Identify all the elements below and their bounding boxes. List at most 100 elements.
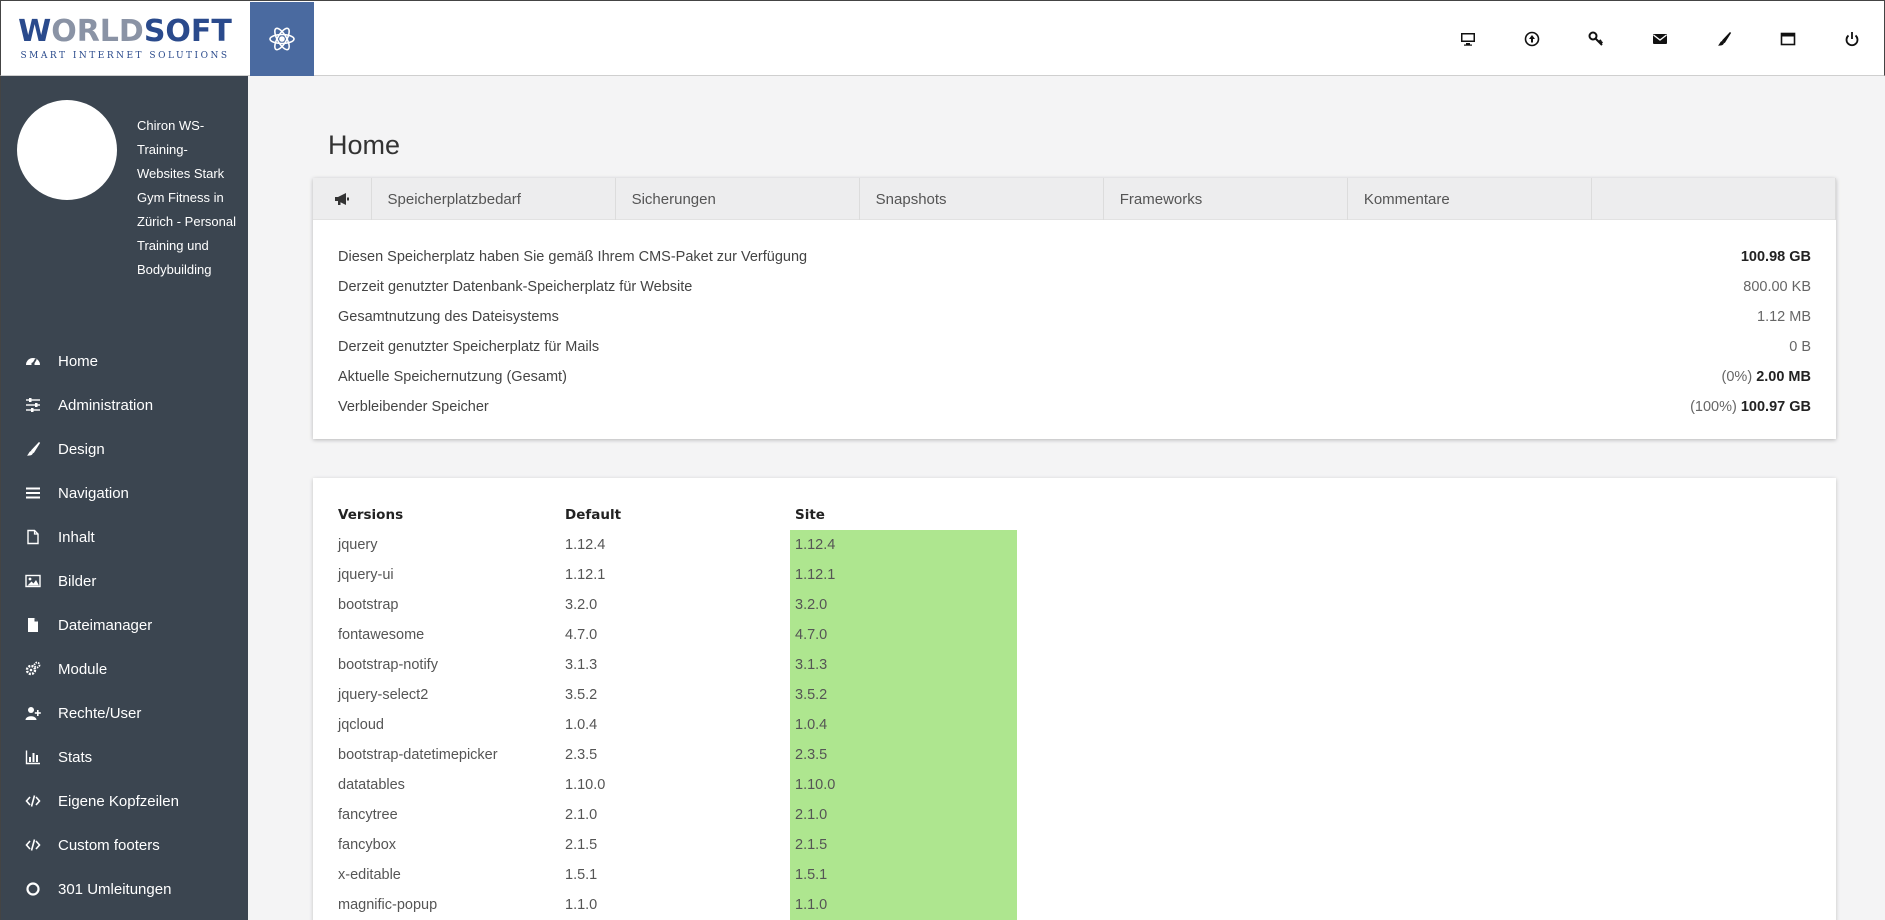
default-version: 1.12.4 (565, 537, 606, 553)
storage-row: Derzeit genutzter Speicherplatz für Mail… (338, 332, 1811, 362)
site-version: 1.10.0 (790, 770, 1017, 800)
sidebar-item-label: Design (58, 440, 105, 458)
table-row: bootstrap 3.2.0 3.2.0 (338, 590, 1017, 620)
window-button[interactable] (1756, 1, 1820, 76)
sidebar-item-label: Custom footers (58, 836, 160, 854)
sidebar-item-label: Eigene Kopfzeilen (58, 792, 179, 810)
versions-table: Versions Default Site jquery 1.12.4 1.12.4… (338, 500, 1017, 920)
sidebar-item-dateimanager[interactable]: Dateimanager (1, 603, 249, 647)
default-version: 3.2.0 (565, 597, 598, 613)
sidebar-item-administration[interactable]: Administration (1, 383, 249, 427)
window-icon (1780, 32, 1796, 45)
sidebar-item-label: Bilder (58, 572, 97, 590)
worldsoft-logo[interactable]: WORLDSOFT SMART INTERNET SOLUTIONS (1, 1, 249, 76)
cogs-icon (23, 661, 43, 677)
brush-button[interactable] (1692, 1, 1756, 76)
sidebar-item-custom-footers[interactable]: Custom footers (1, 823, 249, 867)
storage-label: Aktuelle Speichernutzung (Gesamt) (338, 369, 567, 385)
storage-row: Derzeit genutzter Datenbank-Speicherplat… (338, 272, 1811, 302)
tab-snapshots[interactable]: Snapshots (860, 178, 1104, 220)
atom-button[interactable] (250, 2, 314, 76)
tab-frameworks[interactable]: Frameworks (1104, 178, 1348, 220)
site-version: 4.7.0 (790, 620, 1017, 650)
upload-button[interactable] (1500, 1, 1564, 76)
mail-button[interactable] (1628, 1, 1692, 76)
avatar[interactable] (17, 100, 117, 200)
library-name: fancytree (338, 807, 398, 823)
atom-icon (269, 27, 295, 51)
file-icon (23, 617, 43, 633)
default-version: 1.12.1 (565, 567, 606, 583)
code-icon (23, 837, 43, 853)
site-version: 1.5.1 (790, 860, 1017, 890)
site-version: 3.5.2 (790, 680, 1017, 710)
tab-speicherplatzbedarf[interactable]: Speicherplatzbedarf (372, 178, 616, 220)
storage-value: 1.12 MB (1757, 309, 1811, 325)
library-name: jquery-ui (338, 567, 394, 583)
desktop-button[interactable] (1436, 1, 1500, 76)
default-version: 2.3.5 (565, 747, 598, 763)
code-icon (23, 793, 43, 809)
sidebar-item-bilder[interactable]: Bilder (1, 559, 249, 603)
envelope-icon (1653, 33, 1667, 44)
logo-tagline: SMART INTERNET SOLUTIONS (20, 50, 230, 61)
sidebar-item-stats[interactable]: Stats (1, 735, 249, 779)
sidebar-item-design[interactable]: Design (1, 427, 249, 471)
default-version: 1.10.0 (565, 777, 606, 793)
site-version: 3.2.0 (790, 590, 1017, 620)
site-version: 2.3.5 (790, 740, 1017, 770)
default-version: 1.5.1 (565, 867, 598, 883)
sidebar: Chiron WS-Training-Websites Stark Gym Fi… (0, 76, 248, 920)
circle-icon (23, 881, 43, 897)
table-row: bootstrap-notify 3.1.3 3.1.3 (338, 650, 1017, 680)
sidebar-item-navigation[interactable]: Navigation (1, 471, 249, 515)
storage-row: Diesen Speicherplatz haben Sie gemäß Ihr… (338, 242, 1811, 272)
bullhorn-icon (334, 193, 349, 205)
tab-kommentare[interactable]: Kommentare (1348, 178, 1592, 220)
sidebar-item-301-umleitungen[interactable]: 301 Umleitungen (1, 867, 249, 911)
top-toolbar (1436, 1, 1884, 76)
site-name: Chiron WS-Training-Websites Stark Gym Fi… (137, 118, 236, 277)
logout-button[interactable] (1820, 1, 1884, 76)
default-version: 1.1.0 (565, 897, 598, 913)
key-icon (1588, 31, 1604, 46)
library-name: x-editable (338, 867, 401, 883)
tab-announcements[interactable] (313, 178, 372, 220)
site-version: 1.12.1 (790, 560, 1017, 590)
sidebar-item-label: Dateimanager (58, 616, 153, 634)
site-version: 2.1.0 (790, 800, 1017, 830)
storage-label: Gesamtnutzung des Dateisystems (338, 309, 559, 325)
column-header: Site (795, 507, 825, 523)
library-name: jqcloud (338, 717, 384, 733)
library-name: datatables (338, 777, 405, 793)
site-version: 2.1.5 (790, 830, 1017, 860)
table-row: jquery-select2 3.5.2 3.5.2 (338, 680, 1017, 710)
library-name: fancybox (338, 837, 397, 853)
storage-row: Gesamtnutzung des Dateisystems 1.12 MB (338, 302, 1811, 332)
table-row: x-editable 1.5.1 1.5.1 (338, 860, 1017, 890)
sidebar-item-label: Navigation (58, 484, 129, 502)
sidebar-item-home[interactable]: Home (1, 339, 249, 383)
sidebar-item-rechte-user[interactable]: Rechte/User (1, 691, 249, 735)
sidebar-nav: Home Administration Design Navigation In… (1, 339, 249, 911)
table-row: bootstrap-datetimepicker 2.3.5 2.3.5 (338, 740, 1017, 770)
user-plus-icon (23, 705, 43, 721)
storage-panel: Speicherplatzbedarf Sicherungen Snapshot… (313, 178, 1836, 439)
key-button[interactable] (1564, 1, 1628, 76)
library-name: magnific-popup (338, 897, 438, 913)
sidebar-item-inhalt[interactable]: Inhalt (1, 515, 249, 559)
library-name: bootstrap (338, 597, 399, 613)
storage-rows: Diesen Speicherplatz haben Sie gemäß Ihr… (313, 220, 1836, 422)
tab-empty[interactable] (1592, 178, 1836, 220)
sidebar-item-label: Rechte/User (58, 704, 142, 722)
image-icon (23, 573, 43, 589)
table-row: fancybox 2.1.5 2.1.5 (338, 830, 1017, 860)
table-header: Versions Default Site (338, 500, 1017, 530)
storage-value: (0%) 2.00 MB (1721, 369, 1811, 385)
default-version: 4.7.0 (565, 627, 598, 643)
site-version: 1.12.4 (790, 530, 1017, 560)
tab-sicherungen[interactable]: Sicherungen (616, 178, 860, 220)
sidebar-item-module[interactable]: Module (1, 647, 249, 691)
table-row: fontawesome 4.7.0 4.7.0 (338, 620, 1017, 650)
sidebar-item-eigene-kopfzeilen[interactable]: Eigene Kopfzeilen (1, 779, 249, 823)
